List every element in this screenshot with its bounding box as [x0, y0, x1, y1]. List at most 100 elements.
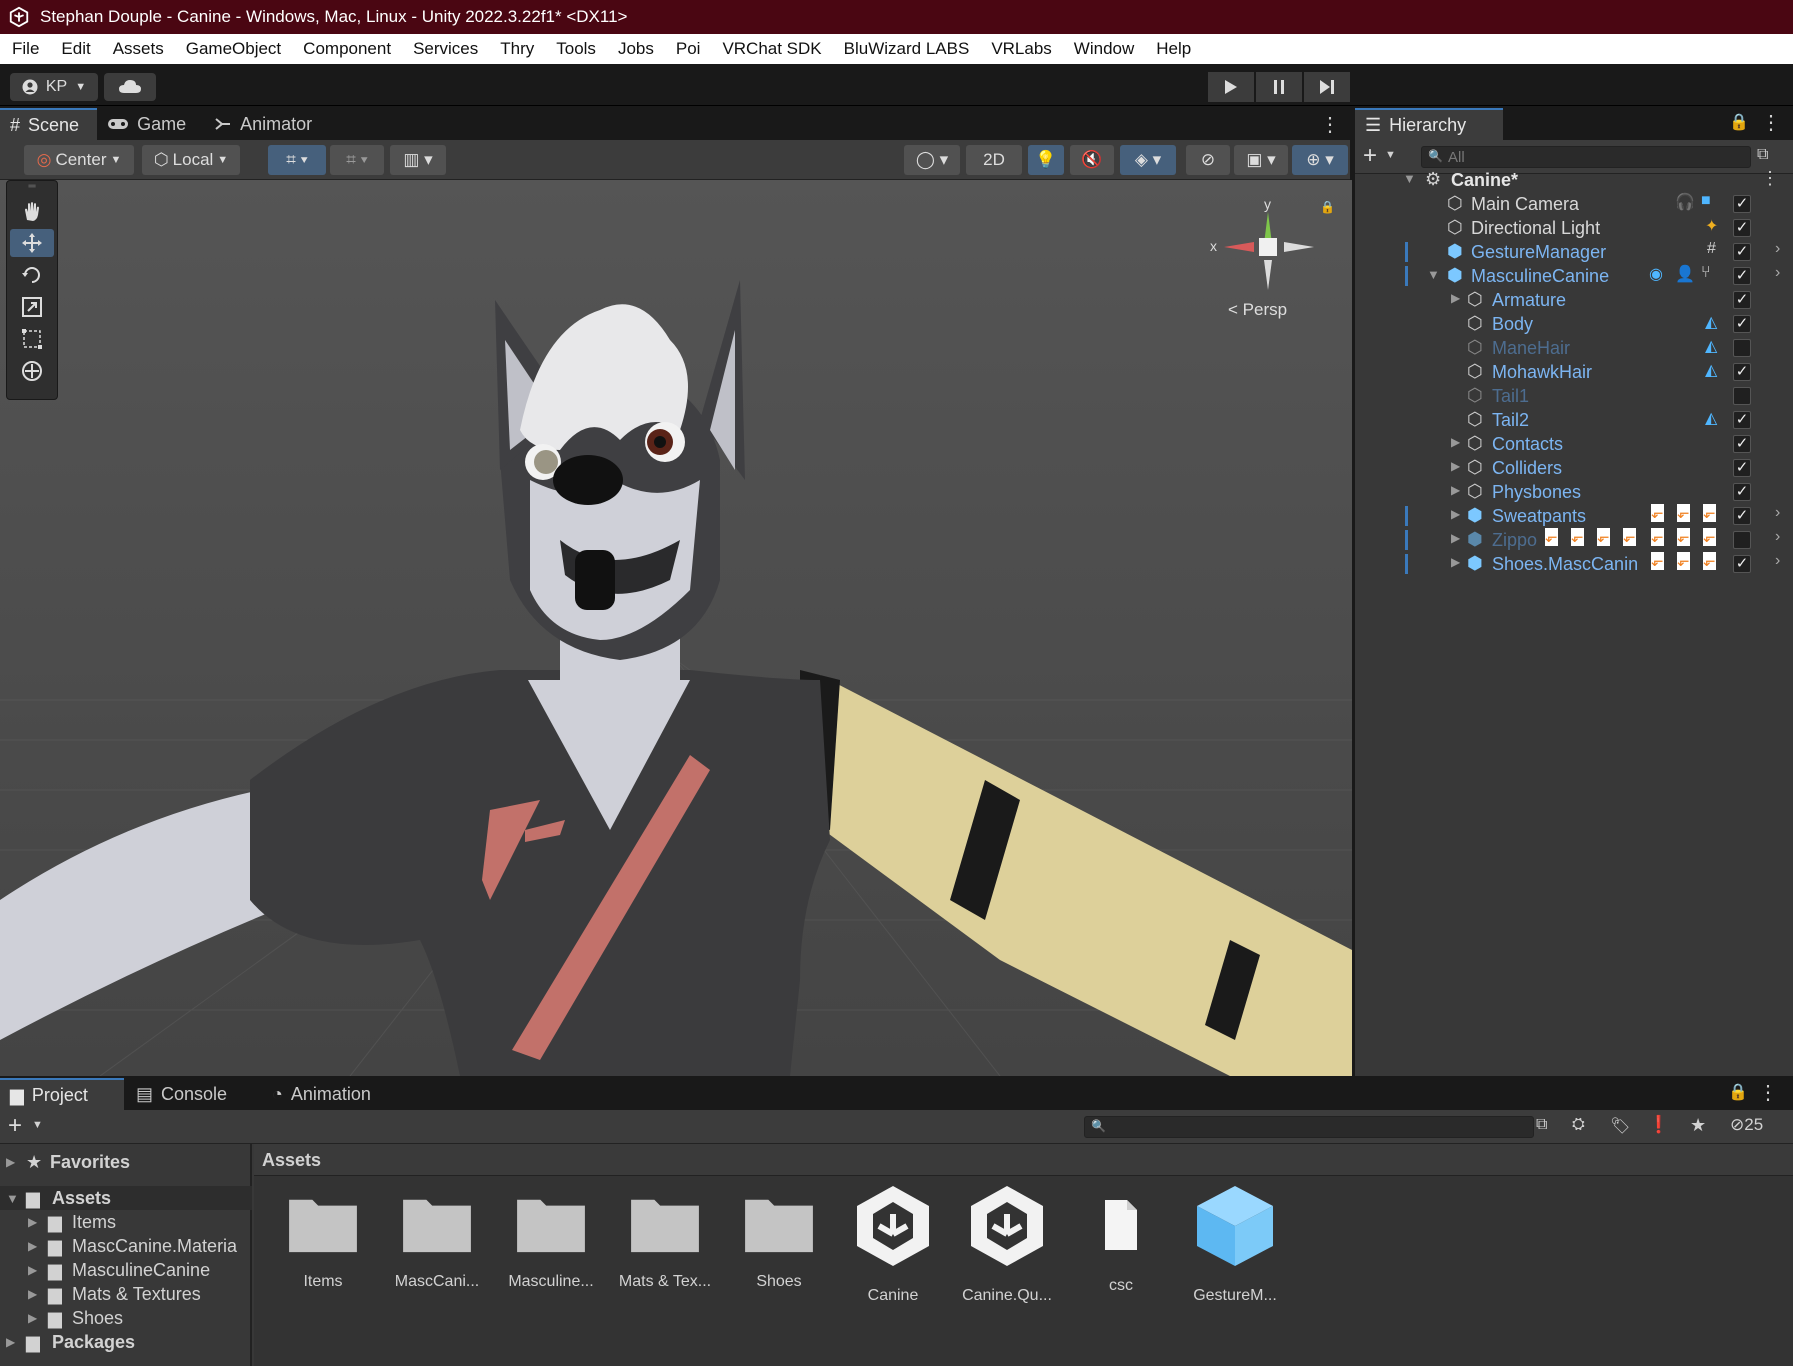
- more-options-icon[interactable]: ⋮: [1761, 168, 1779, 189]
- active-checkbox[interactable]: ✓: [1733, 483, 1751, 501]
- hierarchy-item[interactable]: ▶ ⬡ Colliders ✓: [1355, 456, 1793, 480]
- expand-arrow-icon[interactable]: ▶: [28, 1239, 37, 1253]
- folder-tree-item[interactable]: ▶ ▆ MasculineCanine: [0, 1258, 252, 1282]
- lock-icon[interactable]: 🔒: [1728, 1082, 1748, 1102]
- active-checkbox[interactable]: ✓: [1733, 435, 1751, 453]
- expand-arrow-icon[interactable]: ▶: [28, 1311, 37, 1325]
- hierarchy-item[interactable]: ▼ ⬢ MasculineCanine ◉ 👤 ⑂ ✓ ›: [1355, 264, 1793, 288]
- hierarchy-item[interactable]: ▶ ⬢ Zippo ⬐ ⬐ ⬐ ⬐ ⬐ ⬐ ⬐ ›: [1355, 528, 1793, 552]
- active-checkbox[interactable]: ✓: [1733, 459, 1751, 477]
- lock-icon[interactable]: 🔒: [1729, 112, 1749, 132]
- grid-snap-button[interactable]: ⌗ ▾: [268, 145, 326, 175]
- scene-viewport[interactable]: y x 🔒 < Persp: [0, 180, 1352, 1076]
- pivot-dropdown[interactable]: ◎ Center ▼: [24, 145, 134, 175]
- active-checkbox[interactable]: ✓: [1733, 267, 1751, 285]
- tab-animator[interactable]: Animator: [204, 108, 330, 140]
- hierarchy-scene-root[interactable]: ▼ ⚙ Canine* ⋮: [1355, 168, 1793, 192]
- increment-snap-button[interactable]: ⌗ ▾: [330, 145, 384, 175]
- expand-arrow-icon[interactable]: ▶: [1451, 531, 1460, 545]
- active-checkbox[interactable]: [1733, 531, 1751, 549]
- transform-tool[interactable]: [10, 357, 54, 385]
- step-button[interactable]: [1304, 72, 1350, 102]
- gizmos-dropdown[interactable]: ⊕ ▾: [1292, 145, 1348, 175]
- active-checkbox[interactable]: ✓: [1733, 291, 1751, 309]
- expand-arrow-icon[interactable]: ▼: [6, 1191, 19, 1206]
- folder-tree-item[interactable]: ▶ ▆ Mats & Textures: [0, 1282, 252, 1306]
- asset-item[interactable]: csc: [1066, 1198, 1176, 1295]
- tab-game[interactable]: Game: [97, 108, 204, 140]
- tab-console[interactable]: ▤ Console: [126, 1078, 245, 1110]
- scale-tool[interactable]: [10, 293, 54, 321]
- hierarchy-item[interactable]: ⬡ Tail2 ◭ ✓: [1355, 408, 1793, 432]
- toggle-2d-button[interactable]: 2D: [966, 145, 1022, 175]
- active-checkbox[interactable]: ✓: [1733, 243, 1751, 261]
- breadcrumb-assets[interactable]: Assets: [262, 1150, 321, 1171]
- folder-tree-item[interactable]: ▶ ▆ Items: [0, 1210, 252, 1234]
- active-checkbox[interactable]: ✓: [1733, 555, 1751, 573]
- visibility-toggle[interactable]: ⊘: [1186, 145, 1230, 175]
- shading-mode-button[interactable]: ◯ ▾: [904, 145, 960, 175]
- assets-root-row[interactable]: ▼ ▆ Assets: [0, 1186, 252, 1210]
- hierarchy-item[interactable]: ⬡ Directional Light ✦ ✓: [1355, 216, 1793, 240]
- hierarchy-item[interactable]: ⬡ Main Camera 🎧 ■ ✓: [1355, 192, 1793, 216]
- tab-animation[interactable]: ◔ Animation: [262, 1078, 389, 1110]
- rotate-tool[interactable]: [10, 261, 54, 289]
- expand-arrow-icon[interactable]: ▼: [1403, 171, 1416, 186]
- scene-visibility-icon[interactable]: ⧉: [1757, 146, 1768, 164]
- asset-item[interactable]: Mats & Tex...: [610, 1192, 720, 1291]
- menu-component[interactable]: Component: [303, 39, 391, 59]
- chevron-right-icon[interactable]: ›: [1775, 528, 1780, 546]
- hierarchy-item[interactable]: ⬡ MohawkHair ◭ ✓: [1355, 360, 1793, 384]
- expand-arrow-icon[interactable]: ▶: [28, 1263, 37, 1277]
- lock-icon[interactable]: 🔒: [1320, 200, 1335, 214]
- expand-arrow-icon[interactable]: ▶: [1451, 291, 1460, 305]
- lighting-toggle[interactable]: 💡: [1028, 145, 1064, 175]
- search-scope-icon[interactable]: ⧉: [1536, 1116, 1547, 1134]
- pause-button[interactable]: [1256, 72, 1302, 102]
- menu-edit[interactable]: Edit: [61, 39, 90, 59]
- favorites-row[interactable]: ▶ ★ Favorites: [0, 1150, 252, 1174]
- asset-item[interactable]: Masculine...: [496, 1192, 606, 1291]
- active-checkbox[interactable]: ✓: [1733, 507, 1751, 525]
- active-checkbox[interactable]: [1733, 387, 1751, 405]
- expand-arrow-icon[interactable]: ▶: [1451, 435, 1460, 449]
- cloud-button[interactable]: [104, 73, 156, 101]
- hierarchy-item[interactable]: ▶ ⬡ Physbones ✓: [1355, 480, 1793, 504]
- ruler-button[interactable]: ▥ ▾: [390, 145, 446, 175]
- more-options-icon[interactable]: ⋮: [1761, 110, 1781, 135]
- filter-type-icon[interactable]: ⛭: [1572, 1116, 1585, 1134]
- audio-toggle[interactable]: 🔇: [1070, 145, 1114, 175]
- active-checkbox[interactable]: ✓: [1733, 195, 1751, 213]
- menu-file[interactable]: File: [12, 39, 39, 59]
- warning-icon[interactable]: ❗: [1648, 1115, 1669, 1135]
- tab-hierarchy[interactable]: ☰ Hierarchy: [1355, 108, 1503, 140]
- effects-dropdown[interactable]: ◈ ▾: [1120, 145, 1176, 175]
- asset-item[interactable]: Canine.Qu...: [952, 1184, 1062, 1305]
- hierarchy-search-input[interactable]: 🔍 All: [1421, 146, 1751, 168]
- hierarchy-item[interactable]: ⬡ Body ◭ ✓: [1355, 312, 1793, 336]
- chevron-right-icon[interactable]: ›: [1775, 264, 1780, 282]
- hierarchy-item[interactable]: ⬡ Tail1: [1355, 384, 1793, 408]
- expand-arrow-icon[interactable]: ▶: [28, 1287, 37, 1301]
- menu-poi[interactable]: Poi: [676, 39, 701, 59]
- expand-arrow-icon[interactable]: ▶: [1451, 483, 1460, 497]
- chevron-down-icon[interactable]: ▼: [32, 1119, 43, 1131]
- rect-tool[interactable]: [10, 325, 54, 353]
- hierarchy-item[interactable]: ▶ ⬡ Contacts ✓: [1355, 432, 1793, 456]
- menu-vrlabs[interactable]: VRLabs: [991, 39, 1051, 59]
- hidden-packages-toggle[interactable]: ⊘25: [1730, 1115, 1763, 1135]
- menu-tools[interactable]: Tools: [556, 39, 596, 59]
- menu-jobs[interactable]: Jobs: [618, 39, 654, 59]
- hierarchy-item[interactable]: ▶ ⬢ Shoes.MascCanin ⬐ ⬐ ⬐ ✓ ›: [1355, 552, 1793, 576]
- active-checkbox[interactable]: ✓: [1733, 219, 1751, 237]
- active-checkbox[interactable]: ✓: [1733, 363, 1751, 381]
- expand-arrow-icon[interactable]: ▶: [1451, 555, 1460, 569]
- expand-arrow-icon[interactable]: ▶: [28, 1215, 37, 1229]
- menu-vrchat-sdk[interactable]: VRChat SDK: [722, 39, 821, 59]
- play-button[interactable]: [1208, 72, 1254, 102]
- folder-tree-item[interactable]: ▶ ▆ Shoes: [0, 1306, 252, 1330]
- packages-row[interactable]: ▶ ▆ Packages: [0, 1330, 252, 1354]
- tab-scene[interactable]: # Scene: [0, 108, 98, 140]
- menu-assets[interactable]: Assets: [113, 39, 164, 59]
- expand-arrow-icon[interactable]: ▼: [1427, 267, 1440, 282]
